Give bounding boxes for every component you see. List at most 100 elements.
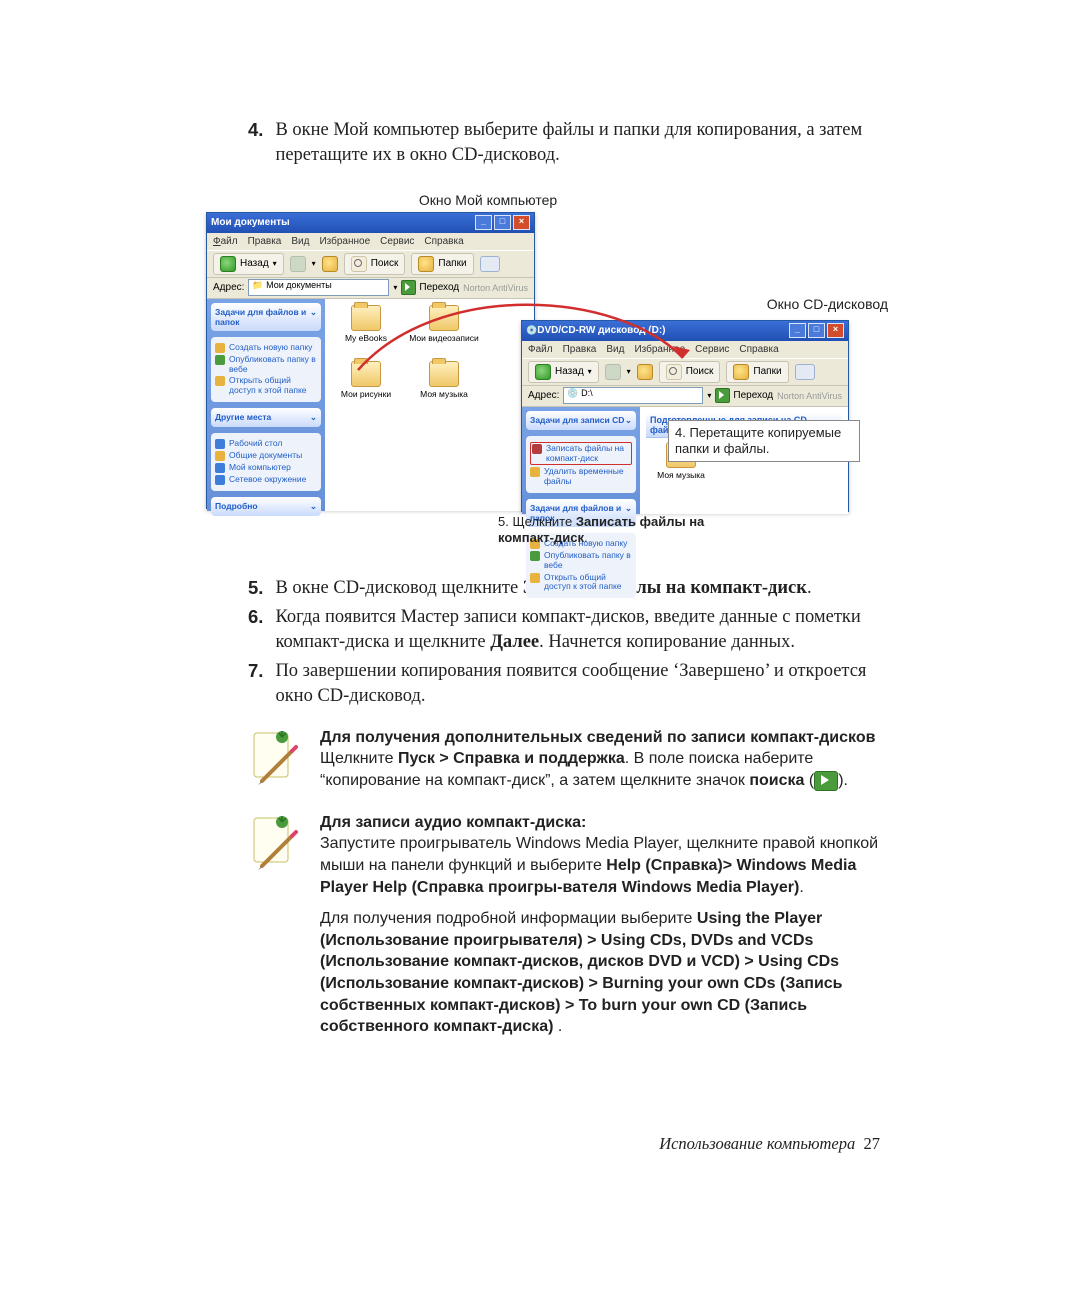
- search-icon: [351, 256, 367, 272]
- win1-places-header[interactable]: Другие места⌄: [211, 408, 321, 427]
- views-icon[interactable]: [795, 364, 815, 380]
- win2-folders-button[interactable]: Папки: [726, 361, 788, 383]
- win2-title-text: DVD/CD-RW дисковод (D:): [537, 325, 665, 336]
- step-4-text: В окне Мой компьютер выберите файлы и па…: [275, 118, 888, 168]
- win2-menu-favorites[interactable]: Избранное: [634, 344, 685, 355]
- note-1-heading: Для получения дополнительных сведений по…: [320, 727, 888, 749]
- win1-places-panel: Рабочий стол Общие документы Мой компьют…: [211, 433, 321, 491]
- win2-menu-help[interactable]: Справка: [739, 344, 778, 355]
- win2-task-burn-files[interactable]: Записать файлы на компакт-диск: [530, 442, 632, 466]
- win1-place-network[interactable]: Сетевое окружение: [215, 475, 317, 485]
- win1-menu-file[interactable]: ФФайлайл: [213, 236, 238, 247]
- win1-task-share[interactable]: Открыть общий доступ к этой папке: [215, 376, 317, 396]
- win1-place-shared-docs[interactable]: Общие документы: [215, 451, 317, 461]
- win2-task-delete-temp[interactable]: Удалить временные файлы: [530, 467, 632, 487]
- win1-address-field[interactable]: 📁 Мои документы: [248, 279, 389, 296]
- callout-4: 4. Перетащите копируемые папки и файлы.: [668, 420, 860, 463]
- win2-menu-tools[interactable]: Сервис: [695, 344, 729, 355]
- win1-folder-videos[interactable]: Мои видеозаписи: [409, 305, 479, 343]
- folders-icon: [418, 256, 434, 272]
- footer-page-number: 27: [864, 1134, 881, 1153]
- win1-titlebar[interactable]: Мои документы _ □ ×: [207, 213, 534, 233]
- win2-task-publish[interactable]: Опубликовать папку в вебе: [530, 551, 632, 571]
- win1-folder-ebooks[interactable]: My eBooks: [331, 305, 401, 343]
- up-icon[interactable]: [322, 256, 338, 272]
- step-4: 4. В окне Мой компьютер выберите файлы и…: [248, 118, 888, 168]
- win1-tasks-panel: Создать новую папку Опубликовать папку в…: [211, 337, 321, 402]
- win1-folders-button[interactable]: Папки: [411, 253, 473, 275]
- win1-folder-music[interactable]: Моя музыка: [409, 361, 479, 399]
- win1-details-header[interactable]: Подробно⌄: [211, 497, 321, 516]
- folder-icon: [429, 305, 459, 331]
- win2-side-panel: Задачи для записи CD⌄ Записать файлы на …: [522, 407, 640, 514]
- memo-icon: [248, 812, 302, 1038]
- win1-menu-help[interactable]: Справка: [424, 236, 463, 247]
- window-my-documents: Мои документы _ □ × ФФайлайл Правка Вид …: [206, 212, 535, 509]
- win1-menu-edit[interactable]: Правка: [248, 236, 282, 247]
- step-6: 6. Когда появится Мастер записи компакт-…: [248, 605, 888, 655]
- win2-toolbar: Назад▾ ▾ Поиск Папки: [522, 358, 848, 386]
- forward-icon[interactable]: [290, 256, 306, 272]
- share-icon: [215, 376, 225, 386]
- win2-minimize-button[interactable]: _: [789, 323, 806, 338]
- win1-tasks-header[interactable]: Задачи для файлов и папок⌄: [211, 303, 321, 331]
- win2-titlebar[interactable]: 💿 DVD/CD-RW дисковод (D:) _ □ ×: [522, 321, 848, 341]
- forward-icon[interactable]: [605, 364, 621, 380]
- win1-content[interactable]: My eBooks Мои видеозаписи Мои рисунки Мо…: [325, 299, 534, 511]
- win1-task-publish[interactable]: Опубликовать папку в вебе: [215, 355, 317, 375]
- folder-icon: [351, 361, 381, 387]
- step-7: 7. По завершении копирования появится со…: [248, 659, 888, 709]
- win2-menu-view[interactable]: Вид: [606, 344, 624, 355]
- win1-menu-view[interactable]: Вид: [291, 236, 309, 247]
- win1-side-panel: Задачи для файлов и папок⌄ Создать новую…: [207, 299, 325, 511]
- win1-address-bar: Адрес: 📁 Мои документы ▾ Переход Norton …: [207, 278, 534, 299]
- note-2-body: Для записи аудио компакт-диска: Запустит…: [320, 812, 888, 1038]
- callout-4-box: 4. Перетащите копируемые папки и файлы.: [668, 420, 860, 463]
- win2-task-share[interactable]: Открыть общий доступ к этой папке: [530, 573, 632, 593]
- figure-title-right: Окно CD-дисковод: [718, 296, 888, 312]
- win1-minimize-button[interactable]: _: [475, 215, 492, 230]
- note-1-body: Для получения дополнительных сведений по…: [320, 727, 888, 794]
- win1-folder-pictures[interactable]: Мои рисунки: [331, 361, 401, 399]
- win2-cd-tasks-header[interactable]: Задачи для записи CD⌄: [526, 411, 636, 430]
- delete-icon: [530, 467, 540, 477]
- share-icon: [530, 573, 540, 583]
- win1-menu-favorites[interactable]: Избранное: [319, 236, 370, 247]
- win1-place-my-computer[interactable]: Мой компьютер: [215, 463, 317, 473]
- win2-cd-tasks-panel: Записать файлы на компакт-диск Удалить в…: [526, 436, 636, 493]
- up-icon[interactable]: [637, 364, 653, 380]
- win2-address-field[interactable]: 💿 D:\: [563, 387, 703, 404]
- win1-go-button[interactable]: Переход: [401, 280, 459, 295]
- views-icon[interactable]: [480, 256, 500, 272]
- win2-maximize-button[interactable]: □: [808, 323, 825, 338]
- globe-icon: [215, 355, 225, 365]
- win2-menu-file[interactable]: Файл: [528, 344, 553, 355]
- note-2: Для записи аудио компакт-диска: Запустит…: [248, 812, 888, 1038]
- win2-menubar[interactable]: Файл Правка Вид Избранное Сервис Справка: [522, 341, 848, 358]
- memo-icon: [248, 727, 302, 794]
- win2-address-bar: Адрес: 💿 D:\ ▾ Переход Norton AntiVirus: [522, 386, 848, 407]
- win1-task-new-folder[interactable]: Создать новую папку: [215, 343, 317, 353]
- callout-5: 5. Щелкните Записать файлы на компакт-ди…: [498, 514, 738, 547]
- win1-maximize-button[interactable]: □: [494, 215, 511, 230]
- globe-icon: [530, 551, 540, 561]
- win1-place-desktop[interactable]: Рабочий стол: [215, 439, 317, 449]
- win2-menu-edit[interactable]: Правка: [563, 344, 597, 355]
- network-icon: [215, 475, 225, 485]
- win1-close-button[interactable]: ×: [513, 215, 530, 230]
- page-footer: Использование компьютера 27: [659, 1134, 880, 1154]
- win1-norton-label: Norton AntiVirus: [463, 283, 528, 293]
- win2-back-button[interactable]: Назад▾: [528, 361, 599, 383]
- search-arrow-icon: [814, 771, 838, 791]
- computer-icon: [215, 463, 225, 473]
- burn-icon: [532, 444, 542, 454]
- go-icon: [715, 388, 730, 403]
- win1-back-button[interactable]: Назад▾: [213, 253, 284, 275]
- win1-search-button[interactable]: Поиск: [344, 253, 406, 275]
- win1-menubar[interactable]: ФФайлайл Правка Вид Избранное Сервис Спр…: [207, 233, 534, 250]
- win2-go-button[interactable]: Переход: [715, 388, 773, 403]
- win2-search-button[interactable]: Поиск: [659, 361, 721, 383]
- win1-menu-tools[interactable]: Сервис: [380, 236, 414, 247]
- win2-close-button[interactable]: ×: [827, 323, 844, 338]
- footer-section-title: Использование компьютера: [659, 1134, 855, 1153]
